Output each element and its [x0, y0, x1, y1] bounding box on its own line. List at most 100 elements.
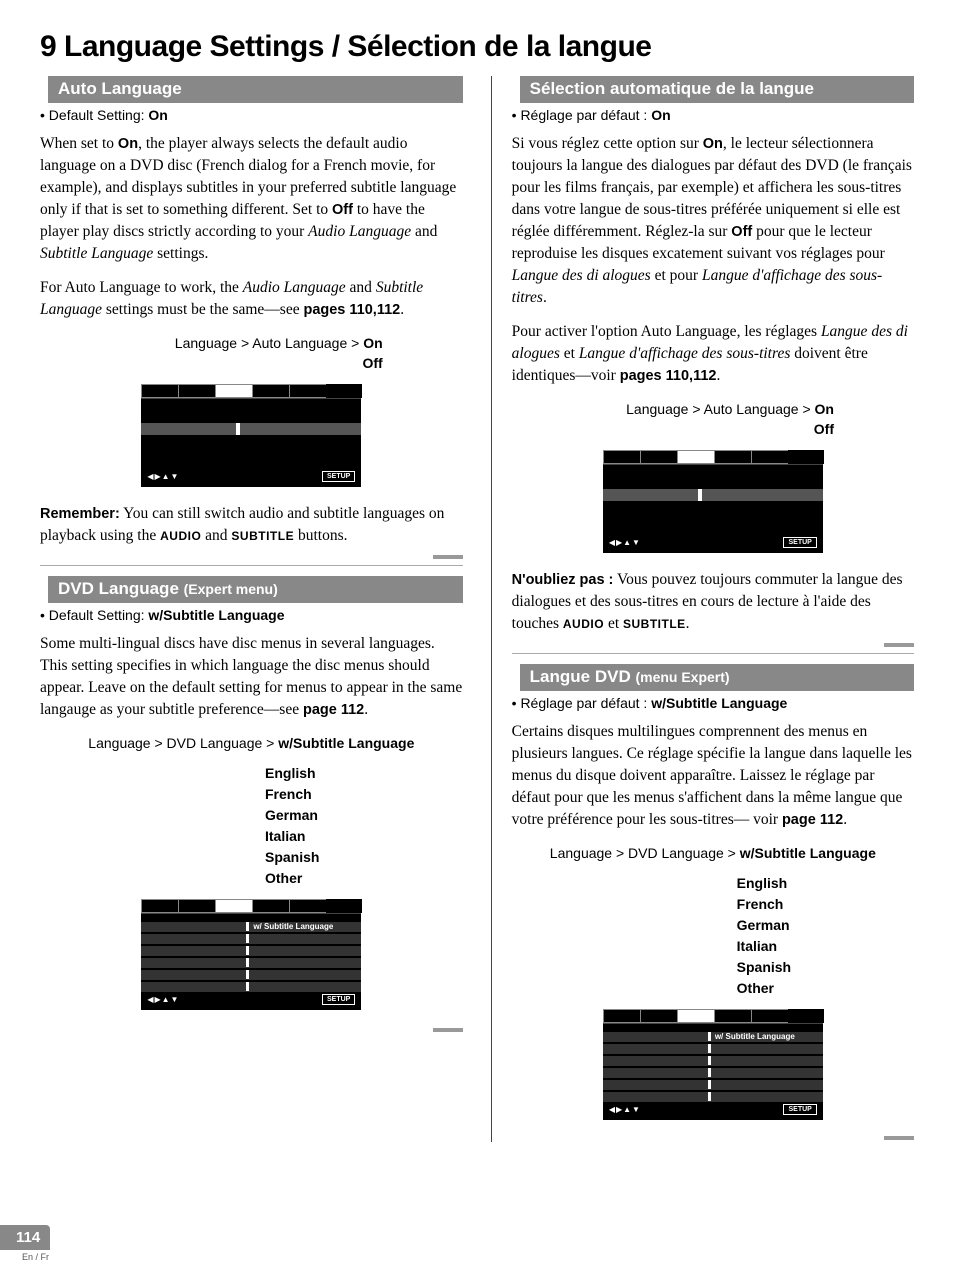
divider [512, 653, 914, 654]
default-prefix: • Réglage par défaut : [512, 107, 652, 123]
text-italic: Subtitle Language [40, 245, 153, 262]
remember-keyword: Remember: [40, 506, 120, 522]
page-ref: page 112 [782, 812, 843, 828]
nav-arrows-icon: ◀▶▲▼ [609, 1105, 641, 1114]
text-bold: Off [332, 202, 353, 218]
text: buttons. [294, 527, 347, 544]
nav-arrows-icon: ◀▶▲▼ [147, 995, 179, 1004]
remember-note-fr: N'oubliez pas : Vous pouvez toujours com… [512, 569, 914, 635]
auto-language-para2-fr: Pour activer l'option Auto Language, les… [512, 321, 914, 387]
button-ref: SUBTITLE [231, 529, 294, 543]
page-ref: page 112 [303, 702, 364, 718]
option: French [737, 894, 914, 915]
dvd-language-para-fr: Certains disques multilingues comprennen… [512, 721, 914, 831]
text: Certains disques multilingues comprennen… [512, 723, 912, 828]
default-value: On [651, 107, 670, 123]
default-value: On [148, 107, 167, 123]
divider-stub [884, 643, 914, 647]
text: et [604, 615, 623, 632]
osd-diagram-dvd-fr: w/ Subtitle Language ◀▶▲▼ SETUP [512, 1009, 914, 1120]
text: . [400, 301, 404, 318]
divider-stub [884, 1136, 914, 1140]
menu-options-dvd: English French German Italian Spanish Ot… [40, 763, 463, 889]
text: settings. [153, 245, 208, 262]
default-prefix: • Default Setting: [40, 607, 148, 623]
text: et pour [651, 267, 702, 284]
page-footer: 114 En / Fr [0, 1225, 50, 1262]
heading-dvd-language-fr: Langue DVD (menu Expert) [512, 664, 914, 691]
osd-diagram-dvd: w/ Subtitle Language ◀▶▲▼ SETUP [40, 899, 463, 1010]
divider-stub [433, 555, 463, 559]
text: and [411, 223, 437, 240]
option: Other [737, 978, 914, 999]
option: English [737, 873, 914, 894]
path: Language > DVD Language > [550, 845, 740, 861]
path-selected: w/Subtitle Language [278, 735, 414, 751]
column-english: Auto Language • Default Setting: On When… [40, 76, 463, 1142]
text-italic: Langue des di alogues [512, 267, 651, 284]
setup-button: SETUP [322, 994, 355, 1005]
text: Pour activer l'option Auto Language, les… [512, 323, 821, 340]
heading-auto-language-fr: Sélection automatique de la langue [512, 76, 914, 103]
auto-language-para1-fr: Si vous réglez cette option sur On, le l… [512, 133, 914, 309]
text: . [543, 289, 547, 306]
option: Other [265, 868, 463, 889]
default-setting-auto: • Default Setting: On [40, 107, 463, 123]
option: German [737, 915, 914, 936]
setup-button: SETUP [783, 537, 816, 548]
default-value: w/Subtitle Language [651, 695, 787, 711]
text: . [364, 701, 368, 718]
setup-button: SETUP [322, 471, 355, 482]
text: et [560, 345, 579, 362]
nav-arrows-icon: ◀▶▲▼ [609, 538, 641, 547]
menu-path-auto-fr: Language > Auto Language > On Off [512, 399, 884, 440]
text: and [346, 279, 376, 296]
page-ref: pages 110,112 [303, 302, 400, 318]
path-selected: w/Subtitle Language [740, 845, 876, 861]
osd-label: w/ Subtitle Language [715, 1032, 795, 1041]
auto-language-para1: When set to On, the player always select… [40, 133, 463, 265]
text: and [201, 527, 231, 544]
default-setting-auto-fr: • Réglage par défaut : On [512, 107, 914, 123]
path: Language > Auto Language > [175, 335, 363, 351]
path: Language > DVD Language > [88, 735, 278, 751]
default-value: w/Subtitle Language [148, 607, 284, 623]
text-italic: Langue d'affichage des sous-titres [579, 345, 791, 362]
heading-sub: (Expert menu) [184, 581, 278, 597]
auto-language-para2: For Auto Language to work, the Audio Lan… [40, 277, 463, 321]
path-option: Off [814, 421, 834, 437]
default-prefix: • Réglage par défaut : [512, 695, 652, 711]
heading-auto-language: Auto Language [40, 76, 463, 103]
dvd-language-para: Some multi-lingual discs have disc menus… [40, 633, 463, 721]
menu-path-auto: Language > Auto Language > On Off [40, 333, 433, 374]
divider-stub [433, 1028, 463, 1032]
heading-text: DVD Language [58, 579, 184, 598]
text: Some multi-lingual discs have disc menus… [40, 635, 462, 718]
option: Italian [737, 936, 914, 957]
remember-note: Remember: You can still switch audio and… [40, 503, 463, 547]
page-ref: pages 110,112 [620, 368, 717, 384]
page-number: 114 [0, 1225, 50, 1250]
text-italic: Audio Language [243, 279, 346, 296]
option: English [265, 763, 463, 784]
setup-button: SETUP [783, 1104, 816, 1115]
text: settings must be the same—see [102, 301, 303, 318]
heading-dvd-language: DVD Language (Expert menu) [40, 576, 463, 603]
heading-sub: (menu Expert) [635, 669, 729, 685]
text-bold: Off [731, 224, 752, 240]
default-setting-dvd-fr: • Réglage par défaut : w/Subtitle Langua… [512, 695, 914, 711]
menu-path-dvd: Language > DVD Language > w/Subtitle Lan… [40, 733, 463, 753]
button-ref: AUDIO [563, 617, 604, 631]
osd-diagram-auto: ◀▶▲▼ SETUP [40, 384, 463, 487]
path-option: Off [362, 355, 382, 371]
path-selected: On [363, 335, 382, 351]
text-bold: On [118, 136, 138, 152]
button-ref: AUDIO [160, 529, 201, 543]
button-ref: SUBTITLE [623, 617, 686, 631]
osd-label: w/ Subtitle Language [253, 922, 333, 931]
chapter-title: 9 Language Settings / Sélection de la la… [40, 30, 914, 64]
text: . [686, 615, 690, 632]
menu-path-dvd-fr: Language > DVD Language > w/Subtitle Lan… [512, 843, 914, 863]
text: For Auto Language to work, the [40, 279, 243, 296]
default-prefix: • Default Setting: [40, 107, 148, 123]
